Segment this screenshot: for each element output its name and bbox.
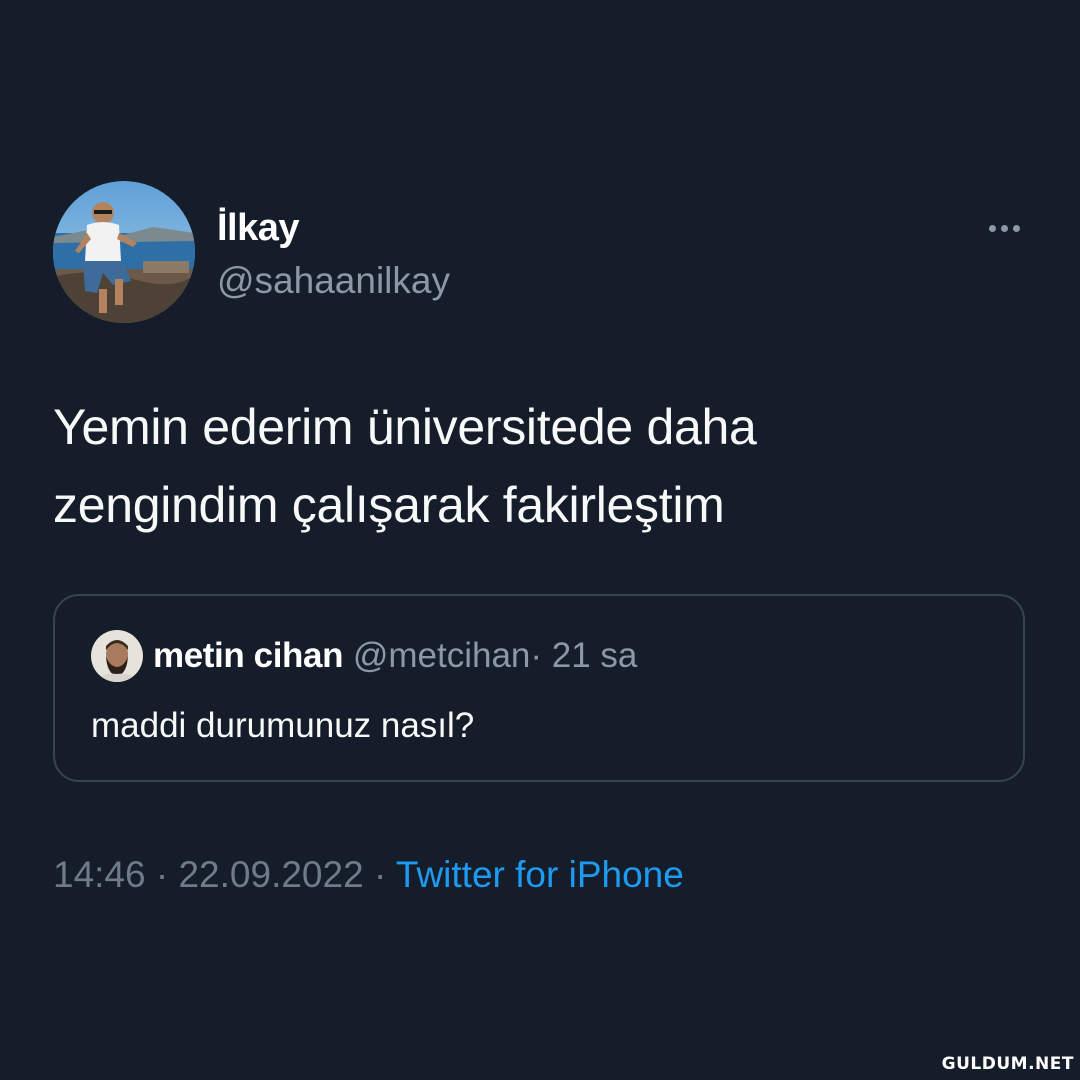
more-horizontal-icon <box>1012 224 1020 232</box>
separator-dot: · <box>530 636 543 675</box>
quoted-tweet-card[interactable]: metin cihan @metcihan· 21 sa maddi durum… <box>53 594 1025 782</box>
separator-dot: · <box>373 854 387 895</box>
watermark: GULDUM.NET <box>941 1054 1074 1074</box>
separator-dot: · <box>155 854 169 895</box>
author-display-name[interactable]: İlkay <box>217 204 300 252</box>
tweet-date[interactable]: 22.09.2022 <box>178 854 363 895</box>
quoted-tweet-header: metin cihan @metcihan· 21 sa <box>153 634 637 678</box>
avatar-photo-icon <box>53 181 195 323</box>
tweet-time[interactable]: 14:46 <box>53 854 146 895</box>
more-options-button[interactable] <box>980 214 1028 242</box>
tweet-text-line: zengindim çalışarak fakirleştim <box>53 477 725 533</box>
tweet-text: Yemin ederim üniversitede daha zengindim… <box>53 388 1013 544</box>
author-avatar[interactable] <box>53 181 195 323</box>
quoted-tweet-text: maddi durumunuz nasıl? <box>91 706 475 745</box>
tweet-text-line: Yemin ederim üniversitede daha <box>53 399 757 455</box>
quoted-author-handle: @metcihan <box>352 636 531 675</box>
quoted-author-avatar[interactable] <box>91 630 143 682</box>
tweet-container: İlkay @sahaanilkay Yemin ederim üniversi… <box>0 0 1080 1080</box>
more-horizontal-icon <box>1000 224 1008 232</box>
tweet-source-link[interactable]: Twitter for iPhone <box>396 854 684 895</box>
avatar-photo-icon <box>91 630 143 682</box>
author-handle[interactable]: @sahaanilkay <box>217 258 450 304</box>
quoted-author-display-name[interactable]: metin cihan <box>153 636 343 675</box>
more-horizontal-icon <box>988 224 996 232</box>
quoted-tweet-time[interactable]: 21 sa <box>552 636 638 675</box>
tweet-metadata: 14:46 · 22.09.2022 · Twitter for iPhone <box>53 850 684 900</box>
